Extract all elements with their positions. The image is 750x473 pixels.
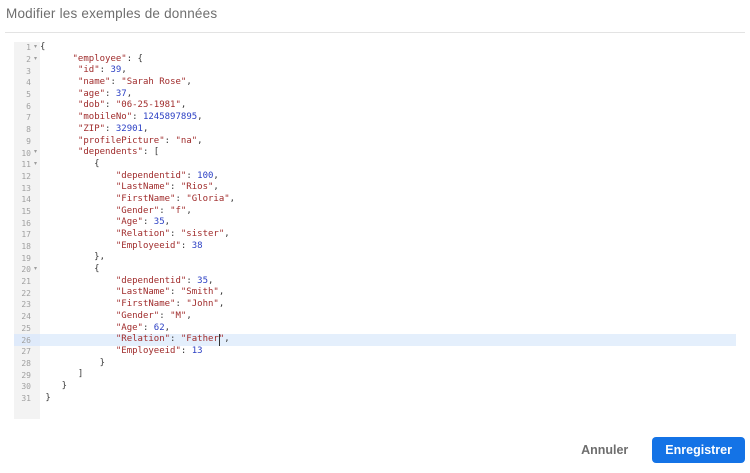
line-number: 9 bbox=[14, 135, 40, 148]
line-number: 12 bbox=[14, 170, 40, 183]
header-divider bbox=[5, 32, 745, 33]
line-number: 2 ▾ bbox=[14, 53, 40, 66]
code-line[interactable]: 22 "LastName": "Smith", bbox=[14, 287, 736, 300]
code-line[interactable]: 25 "Age": 62, bbox=[14, 322, 736, 335]
line-number: 3 bbox=[14, 65, 40, 78]
code-line[interactable]: 11 ▾ { bbox=[14, 158, 736, 171]
dialog-header: Modifier les exemples de données bbox=[6, 6, 744, 21]
line-number: 13 bbox=[14, 182, 40, 194]
dialog-footer: Annuler Enregistrer bbox=[0, 435, 750, 465]
code-line[interactable]: 15 "Gender": "f", bbox=[14, 205, 736, 218]
code-line[interactable]: 9 "profilePicture": "na", bbox=[14, 135, 736, 148]
code-line[interactable]: 16 "Age": 35, bbox=[14, 217, 736, 229]
line-number: 16 bbox=[14, 217, 40, 229]
dialog-title: Modifier les exemples de données bbox=[6, 6, 218, 21]
line-number: 11 ▾ bbox=[14, 158, 40, 171]
line-number: 10 ▾ bbox=[14, 147, 40, 159]
code-line[interactable]: 19 }, bbox=[14, 252, 736, 265]
code-line[interactable]: 7 "mobileNo": 1245897895, bbox=[14, 112, 736, 124]
code-line[interactable]: 24 "Gender": "M", bbox=[14, 310, 736, 323]
line-number: 29 bbox=[14, 369, 40, 381]
fold-arrow-icon[interactable]: ▾ bbox=[31, 54, 40, 66]
code-line[interactable]: 14 "FirstName": "Gloria", bbox=[14, 193, 736, 206]
code-line[interactable]: 30 } bbox=[14, 380, 736, 393]
code-line[interactable]: 2 ▾ "employee": { bbox=[14, 53, 736, 66]
line-number: 1 ▾ bbox=[14, 42, 40, 54]
code-line[interactable]: 18 "Employeeid": 38 bbox=[14, 240, 736, 253]
code-line[interactable]: 29 ] bbox=[14, 369, 736, 381]
code-line[interactable]: 13 "LastName": "Rios", bbox=[14, 182, 736, 194]
code-line[interactable]: 31 } bbox=[14, 392, 736, 405]
line-number: 22 bbox=[14, 287, 40, 300]
code-line[interactable]: 12 "dependentid": 100, bbox=[14, 170, 736, 183]
code-line[interactable]: 21 "dependentid": 35, bbox=[14, 275, 736, 288]
fold-arrow-icon[interactable]: ▾ bbox=[31, 147, 40, 159]
code-line[interactable]: 5 "age": 37, bbox=[14, 88, 736, 101]
line-number: 8 bbox=[14, 123, 40, 136]
line-number: 23 bbox=[14, 299, 40, 311]
fold-arrow-icon[interactable]: ▾ bbox=[31, 264, 40, 276]
code-line[interactable]: 10 ▾ "dependents": [ bbox=[14, 147, 736, 159]
line-number: 15 bbox=[14, 205, 40, 218]
code-editor[interactable]: 1 ▾{2 ▾ "employee": {3 "id": 39, 4 "name": … bbox=[14, 42, 736, 420]
code-line[interactable]: 27 "Employeeid": 13 bbox=[14, 345, 736, 358]
line-number: 5 bbox=[14, 88, 40, 101]
code-line[interactable]: 8 "ZIP": 32901, bbox=[14, 123, 736, 136]
code-line[interactable]: 4 "name": "Sarah Rose", bbox=[14, 77, 736, 89]
line-number: 18 bbox=[14, 240, 40, 253]
line-number: 20 ▾ bbox=[14, 264, 40, 276]
save-button[interactable]: Enregistrer bbox=[652, 437, 745, 463]
code-line[interactable]: 26 "Relation": "Father", bbox=[14, 334, 736, 346]
line-number: 24 bbox=[14, 310, 40, 323]
line-number: 14 bbox=[14, 193, 40, 206]
line-number: 28 bbox=[14, 357, 40, 370]
code-line[interactable]: 6 "dob": "06-25-1981", bbox=[14, 100, 736, 113]
text-cursor bbox=[218, 334, 221, 346]
gutter-tail bbox=[14, 404, 40, 420]
line-number: 30 bbox=[14, 380, 40, 393]
line-number: 25 bbox=[14, 322, 40, 335]
line-number: 31 bbox=[14, 392, 40, 405]
fold-arrow-icon[interactable]: ▾ bbox=[31, 159, 40, 171]
line-number: 7 bbox=[14, 112, 40, 124]
code-line[interactable]: 3 "id": 39, bbox=[14, 65, 736, 78]
line-number: 17 bbox=[14, 229, 40, 241]
code-line[interactable]: 28 } bbox=[14, 357, 736, 370]
line-number: 6 bbox=[14, 100, 40, 113]
fold-arrow-icon[interactable]: ▾ bbox=[31, 42, 40, 54]
line-number: 26 bbox=[14, 334, 40, 346]
cancel-button[interactable]: Annuler bbox=[575, 439, 634, 461]
code-line[interactable]: 17 "Relation": "sister", bbox=[14, 229, 736, 241]
code-line[interactable]: 23 "FirstName": "John", bbox=[14, 299, 736, 311]
line-number: 27 bbox=[14, 345, 40, 358]
code-line[interactable]: 1 ▾{ bbox=[14, 42, 736, 54]
line-number: 21 bbox=[14, 275, 40, 288]
line-number: 4 bbox=[14, 77, 40, 89]
line-number: 19 bbox=[14, 252, 40, 265]
edit-sample-data-dialog: Modifier les exemples de données 1 ▾{2 ▾ "… bbox=[0, 0, 750, 473]
code-line[interactable]: 20 ▾ { bbox=[14, 264, 736, 276]
